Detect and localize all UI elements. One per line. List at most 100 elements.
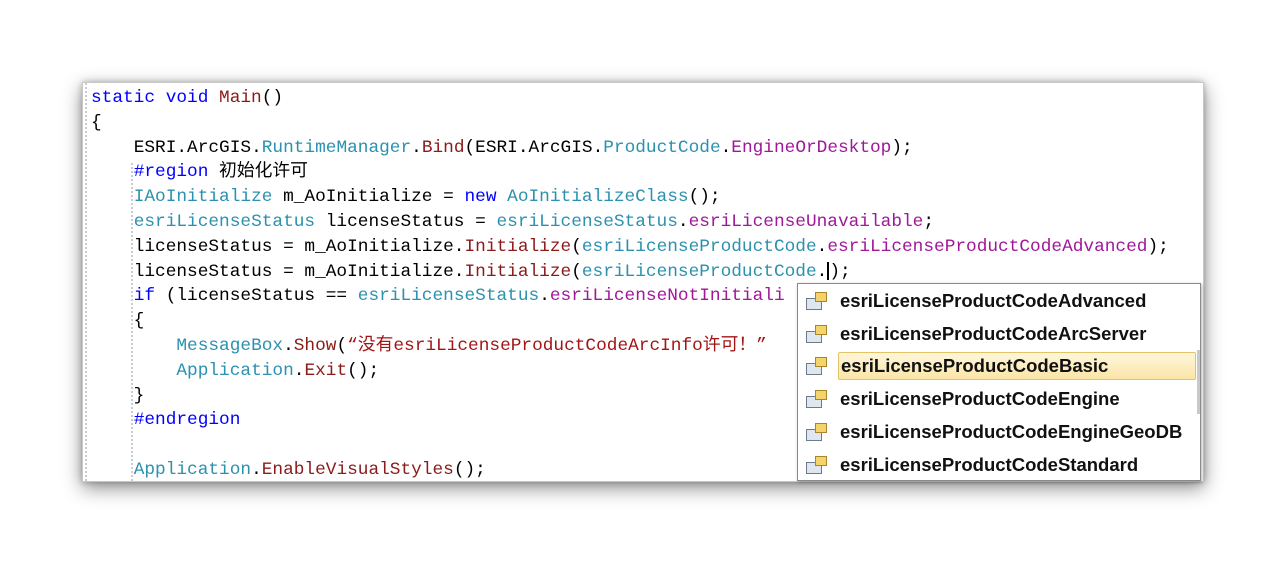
code-token: ( [571,261,582,282]
code-token: ); [1147,236,1169,257]
code-token: Show [293,335,337,356]
code-token: . [293,360,305,381]
code-token: ); [829,261,851,282]
code-token: { [91,311,145,332]
enum-member-icon [806,422,828,441]
code-line[interactable]: licenseStatus = m_AoInitialize.Initializ… [91,260,1169,285]
code-token: esriLicenseProductCode [581,261,817,282]
code-token: . [539,286,550,307]
code-token: new [464,187,497,208]
code-token: ProductCode [603,137,721,158]
outline-guide [85,83,87,481]
code-token: Initialize [464,261,572,282]
code-token: . [176,137,188,158]
code-token: m_AoInitialize = [272,187,465,208]
autocomplete-item-label: esriLicenseProductCodeEngineGeoDB [840,420,1183,442]
code-token: . [411,137,422,158]
code-token: EngineOrDesktop [731,137,892,158]
code-token: licenseStatus = m_AoInitialize. [133,261,465,282]
autocomplete-item[interactable]: esriLicenseProductCodeEngineGeoDB [800,417,1196,447]
code-token: Bind [421,137,465,158]
code-token: esriLicenseProductCode [581,236,817,257]
code-token: esriLicenseStatus [496,211,678,232]
code-token: ESRI [133,137,177,158]
autocomplete-item-label: esriLicenseProductCodeAdvanced [840,290,1147,311]
code-token: “没有esriLicenseProductCodeArcInfo许可！” [347,335,767,356]
autocomplete-item[interactable]: esriLicenseProductCodeBasic [800,351,1196,381]
code-token: } [91,385,145,406]
code-token: () [261,88,284,108]
code-line[interactable]: licenseStatus = m_AoInitialize.Initializ… [91,235,1169,260]
autocomplete-item[interactable]: esriLicenseProductCodeArcServer [800,319,1196,349]
code-token: ( [336,335,348,356]
code-token: esriLicenseNotInitiali [549,286,785,307]
code-token: licenseStatus = m_AoInitialize. [133,236,465,257]
code-line[interactable]: static void Main() [91,86,1169,111]
code-token: esriLicenseStatus [357,286,540,307]
code-line[interactable]: #region 初始化许可 [91,160,1169,185]
code-token: (); [688,187,721,208]
code-token: Exit [304,360,348,381]
code-token: (); [453,459,486,480]
code-token: . [592,137,604,158]
code-token: #endregion [133,410,241,431]
code-token: (licenseStatus == [155,286,358,307]
code-token: IAoInitialize [133,187,273,208]
autocomplete-item-label: esriLicenseProductCodeArcServer [840,322,1147,344]
code-token: esriLicenseProductCodeAdvanced [827,236,1148,257]
code-token: Application [176,360,294,381]
code-token: EnableVisualStyles [261,459,454,480]
code-token: . [816,261,828,282]
popup-scrollbar[interactable] [1197,350,1200,414]
autocomplete-item-label: esriLicenseProductCodeEngine [840,388,1120,410]
code-token: #region [133,162,209,183]
code-line[interactable]: esriLicenseStatus licenseStatus = esriLi… [91,210,1169,235]
code-token: (); [347,360,380,381]
code-token: . [677,211,689,232]
code-token: ( [571,236,582,257]
code-token: ESRI [475,137,518,158]
enum-member-icon [806,324,828,343]
code-token: RuntimeManager [261,137,412,158]
enum-member-icon [806,390,828,409]
code-token: esriLicenseUnavailable [688,211,924,232]
enum-member-icon [806,292,828,310]
code-token: ); [891,137,913,158]
code-token: static void [91,88,220,108]
code-token: { [91,112,102,133]
code-token: . [283,335,294,356]
code-token: ( [464,137,476,158]
code-token: 初始化许可 [208,162,308,183]
code-token: ArcGIS [528,137,593,158]
code-token: Application [133,459,252,480]
code-line[interactable]: ESRI.ArcGIS.RuntimeManager.Bind(ESRI.Arc… [91,136,1169,161]
intellisense-popup[interactable]: esriLicenseProductCodeAdvanced esriLicens… [797,283,1201,481]
autocomplete-item[interactable]: esriLicenseProductCodeEngine [800,384,1196,414]
code-token: MessageBox [176,335,284,356]
enum-member-icon [806,357,828,376]
code-token: esriLicenseStatus [133,211,316,232]
code-token: . [251,459,262,480]
autocomplete-item[interactable]: esriLicenseProductCodeAdvanced [800,286,1196,316]
autocomplete-item[interactable]: esriLicenseProductCodeStandard [800,450,1196,480]
code-line[interactable]: IAoInitialize m_AoInitialize = new AoIni… [91,185,1169,210]
code-token: AoInitializeClass [507,187,689,208]
code-line[interactable]: { [91,111,1169,136]
code-token: ArcGIS [187,137,252,158]
enum-member-icon [806,455,828,474]
code-token: . [251,137,262,158]
code-token: . [517,137,529,158]
code-token: if [133,286,156,307]
code-token: licenseStatus = [315,211,497,232]
